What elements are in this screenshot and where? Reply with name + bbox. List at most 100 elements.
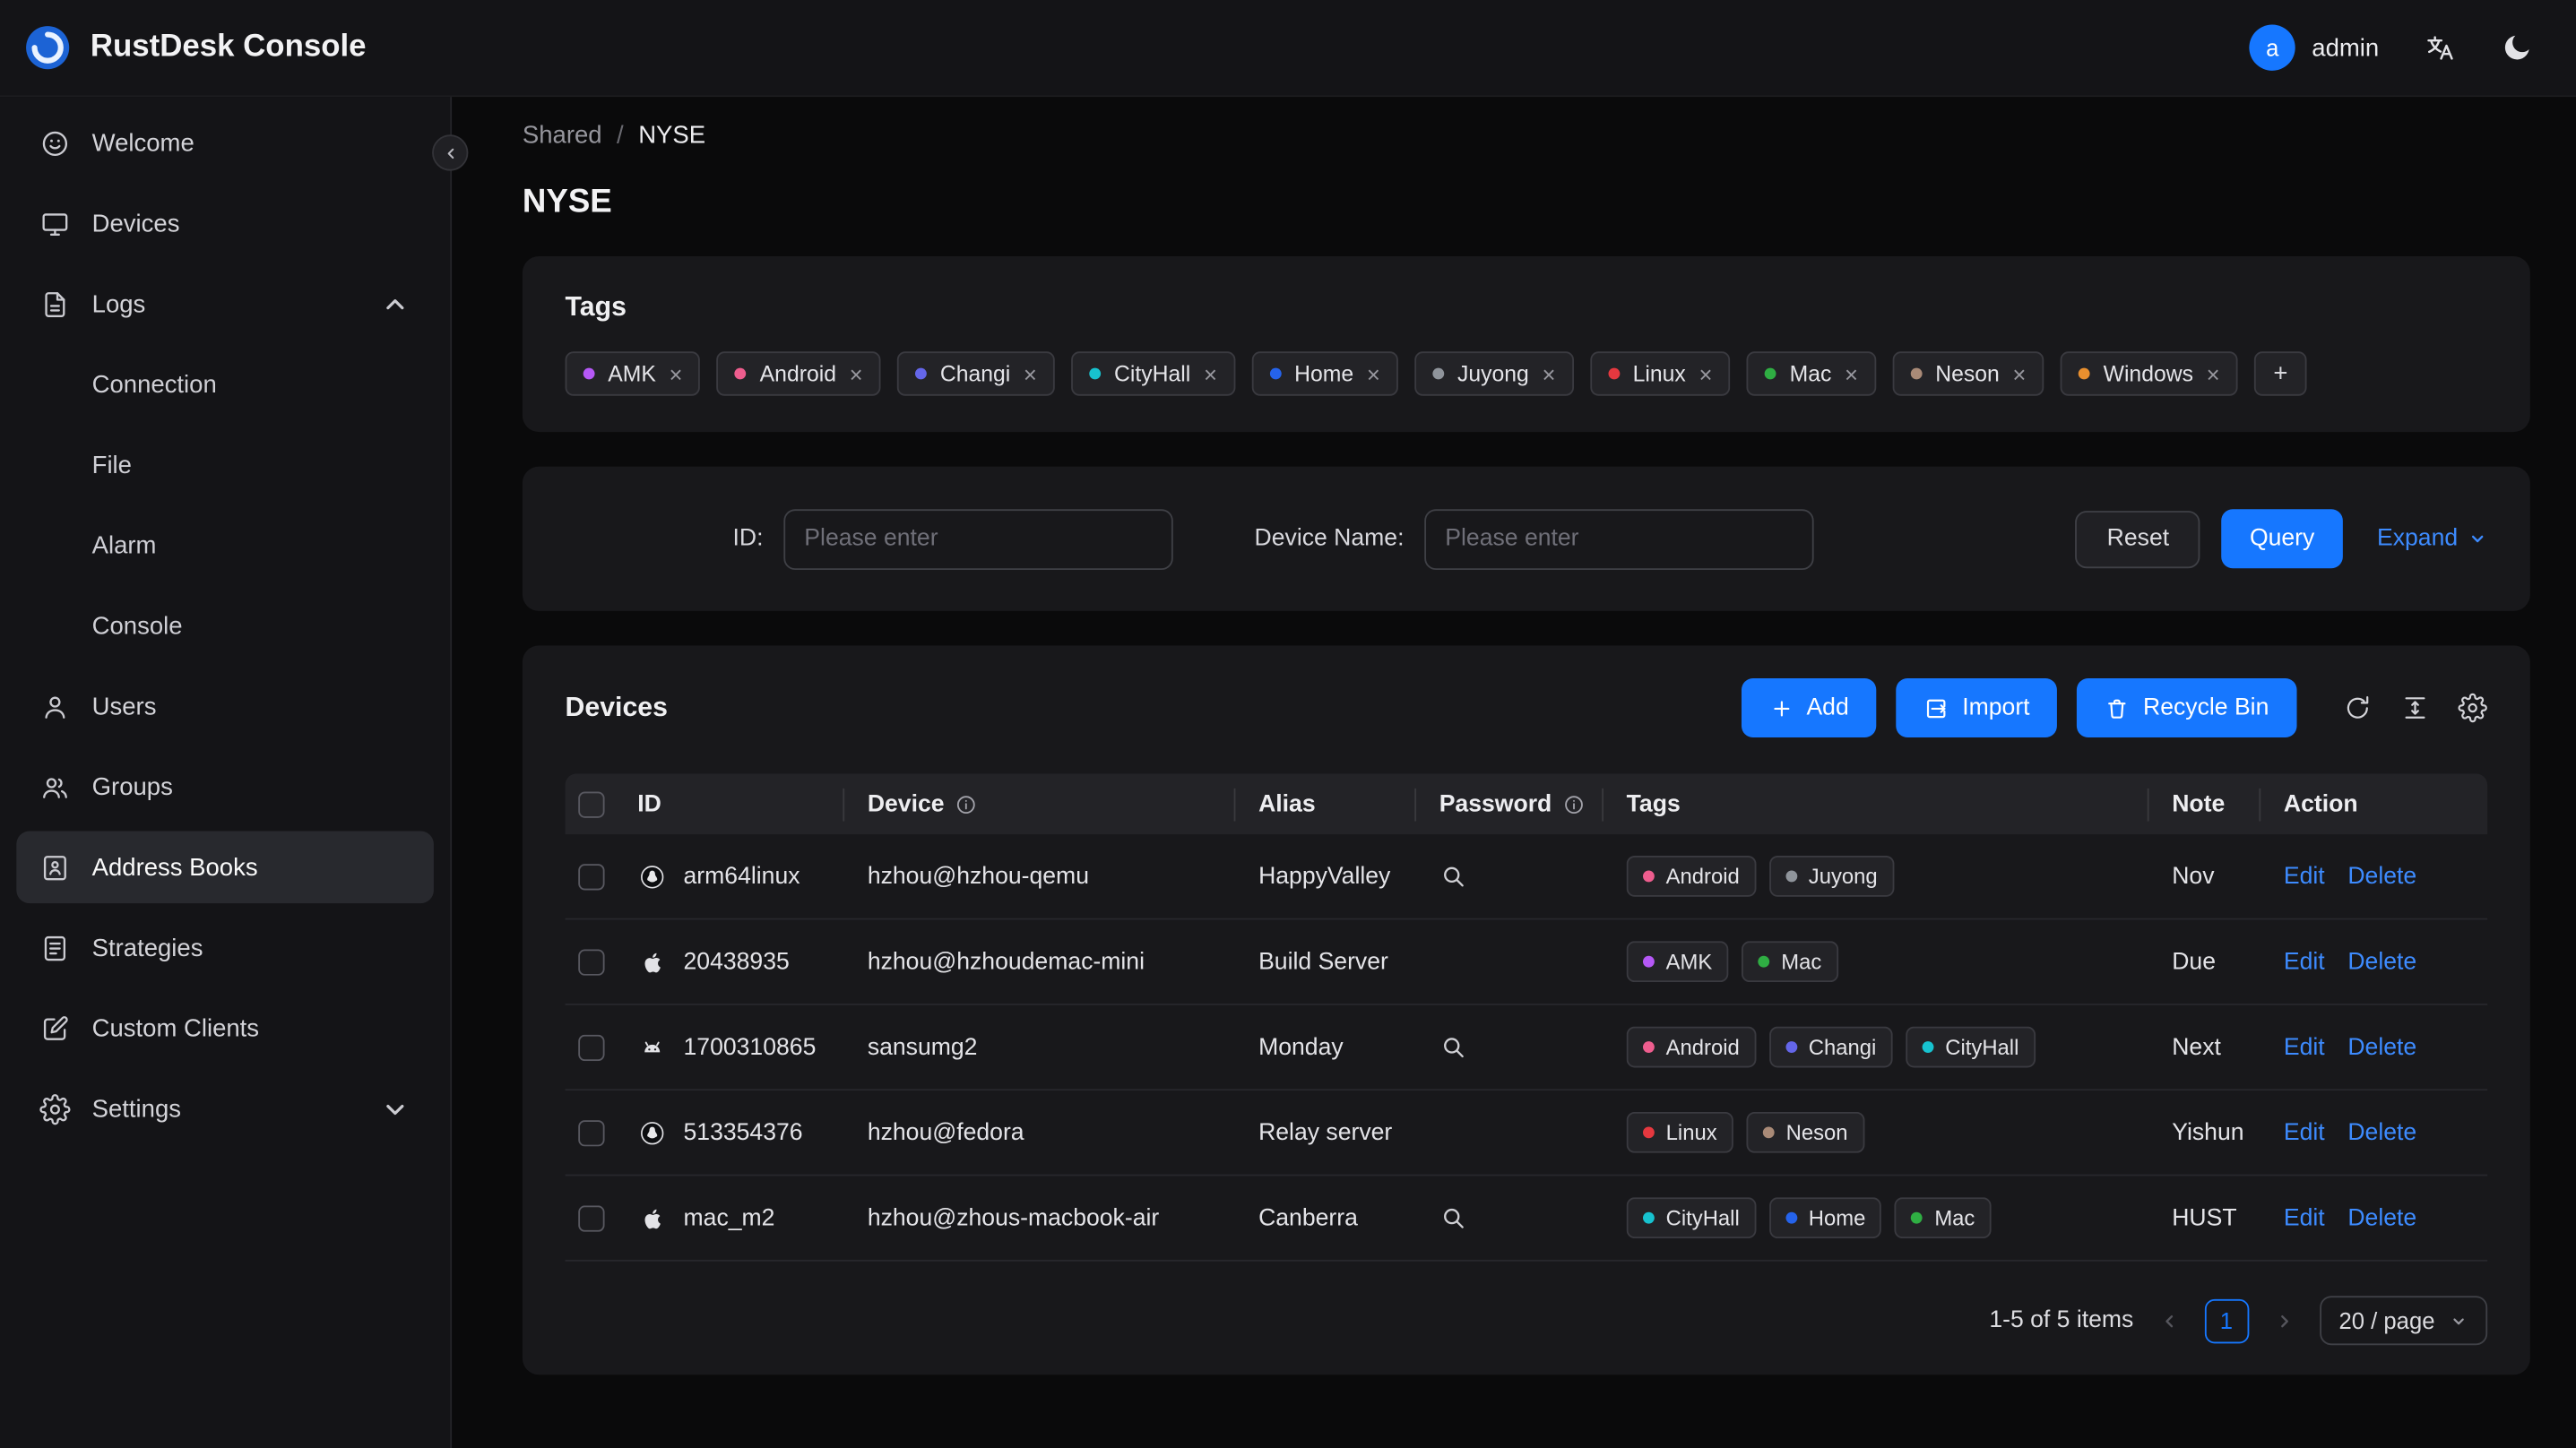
info-icon[interactable]	[1561, 792, 1585, 815]
user-menu[interactable]: a admin	[2249, 24, 2379, 71]
prev-page-button[interactable]	[2158, 1310, 2180, 1332]
user-avatar: a	[2249, 24, 2295, 71]
tag-chip[interactable]: Juyong ×	[1414, 351, 1574, 396]
edit-link[interactable]: Edit	[2284, 1205, 2325, 1231]
edit-link[interactable]: Edit	[2284, 949, 2325, 975]
row-checkbox[interactable]	[578, 1033, 605, 1061]
reset-button[interactable]: Reset	[2075, 510, 2200, 568]
pagination: 1-5 of 5 items 1 20 / page	[566, 1296, 2488, 1375]
delete-link[interactable]: Delete	[2347, 1119, 2416, 1145]
edit-link[interactable]: Edit	[2284, 1034, 2325, 1060]
sidebar-item-custom-clients[interactable]: Custom Clients	[16, 992, 434, 1064]
id-filter-input[interactable]	[782, 508, 1172, 570]
sidebar-item-devices[interactable]: Devices	[16, 187, 434, 260]
device-name-filter-input[interactable]	[1423, 508, 1813, 570]
sidebar-subitem-file[interactable]: File	[16, 428, 434, 501]
sidebar-subitem-alarm[interactable]: Alarm	[16, 509, 434, 582]
page-size-select[interactable]: 20 / page	[2319, 1296, 2488, 1346]
row-checkbox[interactable]	[578, 1204, 605, 1231]
tag-close-icon[interactable]: ×	[670, 362, 683, 385]
delete-link[interactable]: Delete	[2347, 1034, 2416, 1060]
add-button[interactable]: Add	[1741, 678, 1877, 738]
delete-link[interactable]: Delete	[2347, 863, 2416, 889]
delete-link[interactable]: Delete	[2347, 949, 2416, 975]
breadcrumb-separator: /	[617, 121, 624, 150]
password-reveal-icon[interactable]	[1439, 1033, 1467, 1061]
tag-chip[interactable]: Home ×	[1251, 351, 1398, 396]
password-reveal-icon[interactable]	[1439, 1204, 1467, 1232]
breadcrumb-parent[interactable]: Shared	[523, 122, 602, 150]
tag-chip: Android	[1626, 855, 1757, 897]
edit-link[interactable]: Edit	[2284, 863, 2325, 889]
tag-color-dot	[1643, 870, 1655, 883]
user-icon	[39, 691, 71, 722]
expand-toggle[interactable]: Expand	[2377, 526, 2487, 552]
tag-close-icon[interactable]: ×	[850, 362, 863, 385]
refresh-icon[interactable]	[2343, 694, 2373, 723]
tag-chip[interactable]: Linux ×	[1589, 351, 1731, 396]
tag-label: Android	[759, 361, 836, 386]
sidebar-item-address-books[interactable]: Address Books	[16, 831, 434, 904]
theme-toggle-button[interactable]	[2501, 31, 2534, 65]
table-row: arm64linux hzhou@hzhou-qemu HappyValley …	[565, 834, 2488, 920]
tag-close-icon[interactable]: ×	[1542, 362, 1555, 385]
column-note: Note	[2172, 773, 2284, 834]
recycle-bin-button[interactable]: Recycle Bin	[2077, 678, 2297, 738]
sidebar-item-logs[interactable]: Logs	[16, 268, 434, 340]
tag-color-dot	[1785, 870, 1797, 883]
select-all-checkbox[interactable]	[578, 790, 605, 817]
tag-color-dot	[735, 367, 748, 380]
tag-close-icon[interactable]: ×	[1367, 362, 1380, 385]
delete-link[interactable]: Delete	[2347, 1205, 2416, 1231]
android-os-icon	[637, 1032, 667, 1062]
import-button[interactable]: Import	[1896, 678, 2058, 738]
tag-color-dot	[1608, 367, 1620, 380]
tag-chip[interactable]: AMK ×	[565, 351, 701, 396]
row-density-icon[interactable]	[2400, 694, 2430, 723]
table-row: 1700310865 sansumg2 Monday Android Chang…	[565, 1005, 2488, 1091]
sidebar-subitem-console[interactable]: Console	[16, 590, 434, 662]
language-button[interactable]	[2424, 31, 2457, 65]
tag-close-icon[interactable]: ×	[1845, 362, 1858, 385]
sidebar-subitem-connection[interactable]: Connection	[16, 349, 434, 421]
tag-chip[interactable]: Android ×	[717, 351, 881, 396]
tag-chip: Mac	[1742, 941, 1838, 983]
tag-close-icon[interactable]: ×	[1699, 362, 1712, 385]
table-settings-gear-icon[interactable]	[2458, 694, 2487, 723]
info-icon[interactable]	[955, 792, 978, 815]
tag-chip[interactable]: CityHall ×	[1071, 351, 1236, 396]
row-checkbox[interactable]	[578, 948, 605, 975]
tag-close-icon[interactable]: ×	[2207, 362, 2220, 385]
sidebar-item-strategies[interactable]: Strategies	[16, 911, 434, 984]
tag-chip[interactable]: Neson ×	[1892, 351, 2044, 396]
tag-chip[interactable]: Mac ×	[1746, 351, 1877, 396]
tag-color-dot	[1432, 367, 1445, 380]
sidebar-item-groups[interactable]: Groups	[16, 751, 434, 823]
sidebar-item-settings[interactable]: Settings	[16, 1073, 434, 1145]
tag-label: Neson	[1935, 361, 2000, 386]
column-tags: Tags	[1627, 773, 2173, 834]
sidebar-collapse-button[interactable]	[432, 134, 469, 171]
tag-close-icon[interactable]: ×	[1204, 362, 1217, 385]
tag-close-icon[interactable]: ×	[2012, 362, 2026, 385]
password-reveal-icon[interactable]	[1439, 862, 1467, 890]
sidebar-item-label: Custom Clients	[91, 1013, 260, 1043]
sidebar-item-users[interactable]: Users	[16, 670, 434, 743]
alias-cell: Canberra	[1258, 1204, 1358, 1231]
query-button[interactable]: Query	[2221, 509, 2343, 569]
rustdesk-console-app: RustDesk Console a admin Welcome Devices…	[0, 0, 2576, 1448]
page-number-button[interactable]: 1	[2204, 1297, 2249, 1343]
edit-square-icon	[39, 1013, 71, 1044]
next-page-button[interactable]	[2273, 1310, 2295, 1332]
tag-close-icon[interactable]: ×	[1024, 362, 1037, 385]
sidebar-item-welcome[interactable]: Welcome	[16, 107, 434, 179]
tags-list: AMK × Android × Changi × CityHall × Home…	[565, 351, 2488, 396]
tag-chip[interactable]: Windows ×	[2060, 351, 2238, 396]
add-tag-button[interactable]: +	[2254, 351, 2307, 396]
row-checkbox[interactable]	[578, 863, 605, 890]
device-id: 20438935	[683, 948, 790, 975]
row-checkbox[interactable]	[578, 1119, 605, 1146]
tag-chip[interactable]: Changi ×	[897, 351, 1056, 396]
edit-link[interactable]: Edit	[2284, 1119, 2325, 1145]
topbar-right: a admin	[2249, 24, 2534, 71]
